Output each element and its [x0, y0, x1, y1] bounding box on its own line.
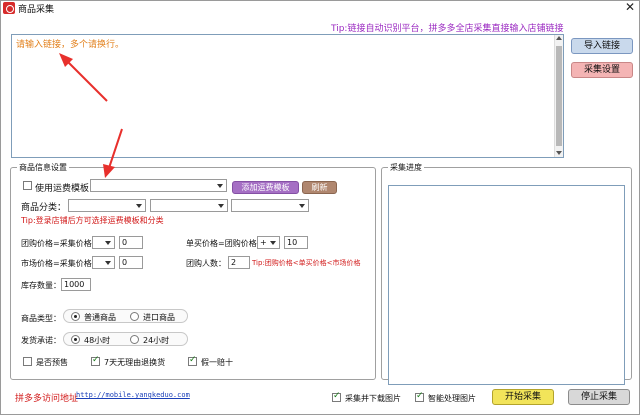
arrow-to-url-input [66, 60, 108, 102]
annotation-arrows [59, 53, 123, 178]
main-window: 商品采集 ✕ Tip:链接自动识别平台，拼多多全店采集直接输入店铺链接 请输入链… [0, 0, 640, 415]
arrow-to-info-group [108, 128, 123, 169]
arrow-head-info-group [103, 164, 115, 178]
